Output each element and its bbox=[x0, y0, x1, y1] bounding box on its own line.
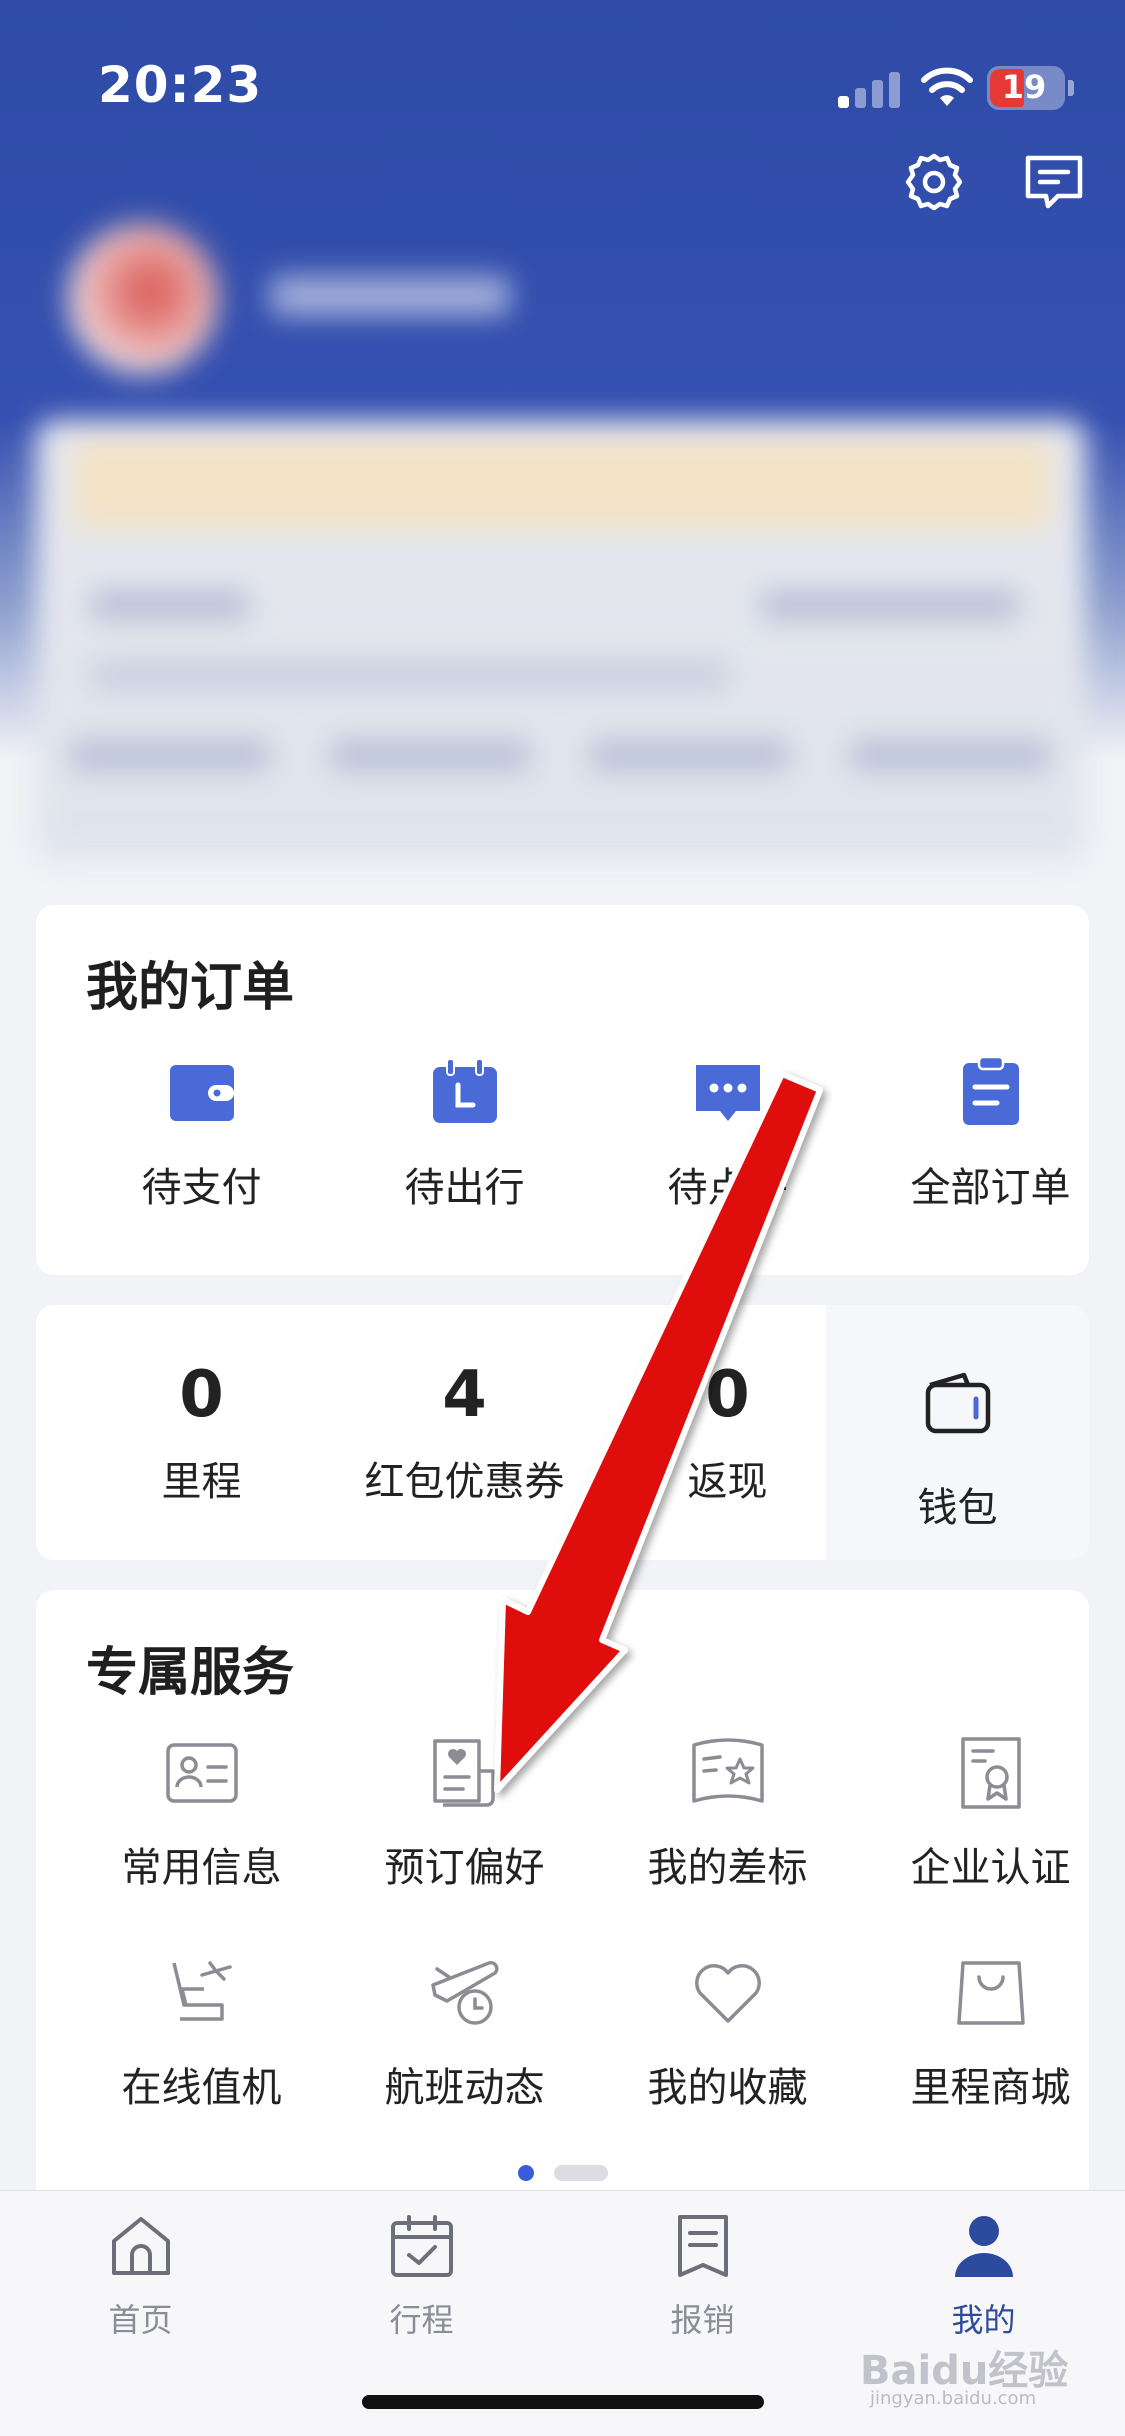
user-icon bbox=[955, 2216, 1013, 2277]
standard-book-icon bbox=[692, 1738, 764, 1803]
page-dot-active bbox=[518, 2165, 534, 2181]
order-pending-review[interactable]: 待点评 bbox=[596, 1055, 859, 1225]
service-enterprise-cert[interactable]: 企业认证 bbox=[859, 1735, 1122, 1905]
tab-itinerary-label: 行程 bbox=[389, 2301, 454, 2339]
stat-coupons-label: 红包优惠券 bbox=[364, 1459, 565, 1505]
comment-icon bbox=[696, 1065, 760, 1121]
stat-cashback[interactable]: 0 返现 bbox=[596, 1355, 859, 1507]
calendar-check-icon bbox=[391, 2215, 453, 2277]
service-online-checkin[interactable]: 在线值机 bbox=[70, 1955, 333, 2125]
wallet-card-icon bbox=[170, 1065, 234, 1121]
assets-card: 0 里程 4 红包优惠券 0 返现 钱包 bbox=[36, 1305, 1089, 1560]
order-pending-review-label: 待点评 bbox=[667, 1165, 788, 1211]
service-travel-standard[interactable]: 我的差标 bbox=[596, 1735, 859, 1905]
service-frequent-info[interactable]: 常用信息 bbox=[70, 1735, 333, 1905]
blurred-username bbox=[270, 276, 510, 316]
watermark-url: jingyan.baidu.com bbox=[870, 2388, 1037, 2409]
orders-card: 我的订单 待支付 待出行 待点评 全部订单 bbox=[36, 905, 1089, 1275]
service-enterprise-cert-label: 企业认证 bbox=[910, 1845, 1071, 1891]
stat-cashback-label: 返现 bbox=[687, 1459, 768, 1505]
service-flight-status[interactable]: 航班动态 bbox=[333, 1955, 596, 2125]
order-all-label: 全部订单 bbox=[910, 1165, 1071, 1211]
blurred-banner bbox=[72, 440, 1052, 530]
blurred-profile-area bbox=[0, 210, 1125, 870]
tab-mine-label: 我的 bbox=[951, 2301, 1016, 2339]
tab-expense[interactable]: 报销 bbox=[562, 2213, 843, 2353]
signal-icon bbox=[838, 72, 902, 108]
flight-status-icon bbox=[431, 1960, 499, 2025]
home-icon bbox=[112, 2217, 170, 2275]
clipboard-icon bbox=[963, 1055, 1019, 1125]
page-dot bbox=[554, 2165, 608, 2181]
service-travel-standard-label: 我的差标 bbox=[647, 1845, 808, 1891]
stat-cashback-value: 0 bbox=[705, 1358, 750, 1432]
id-card-icon bbox=[166, 1743, 238, 1803]
home-indicator[interactable] bbox=[362, 2395, 764, 2409]
preference-doc-icon bbox=[433, 1739, 495, 1807]
service-frequent-info-label: 常用信息 bbox=[121, 1845, 282, 1891]
battery-icon: 19 bbox=[987, 66, 1065, 110]
calendar-icon bbox=[433, 1058, 497, 1123]
gear-icon[interactable] bbox=[902, 150, 966, 214]
service-online-checkin-label: 在线值机 bbox=[121, 2065, 282, 2111]
wifi-icon bbox=[921, 67, 973, 106]
tab-home[interactable]: 首页 bbox=[0, 2213, 281, 2353]
status-time: 20:23 bbox=[98, 56, 263, 114]
wallet-button[interactable]: 钱包 bbox=[826, 1365, 1089, 1535]
stat-miles-value: 0 bbox=[179, 1358, 224, 1432]
stat-miles[interactable]: 0 里程 bbox=[70, 1355, 333, 1507]
order-pending-payment[interactable]: 待支付 bbox=[70, 1055, 333, 1225]
wallet-label: 钱包 bbox=[917, 1485, 998, 1531]
order-upcoming-trip[interactable]: 待出行 bbox=[333, 1055, 596, 1225]
stat-coupons-value: 4 bbox=[442, 1358, 487, 1432]
tab-expense-label: 报销 bbox=[670, 2301, 735, 2339]
services-title: 专属服务 bbox=[86, 1643, 295, 1703]
order-upcoming-trip-label: 待出行 bbox=[404, 1165, 525, 1211]
seat-checkin-icon bbox=[172, 1961, 232, 2021]
chat-icon[interactable] bbox=[1022, 150, 1086, 214]
service-booking-preference[interactable]: 预订偏好 bbox=[333, 1735, 596, 1905]
service-favorites-label: 我的收藏 bbox=[647, 2065, 808, 2111]
page-indicator bbox=[518, 2163, 608, 2183]
order-all[interactable]: 全部订单 bbox=[859, 1055, 1122, 1225]
service-favorites[interactable]: 我的收藏 bbox=[596, 1955, 859, 2125]
order-pending-payment-label: 待支付 bbox=[141, 1165, 262, 1211]
tab-home-label: 首页 bbox=[108, 2301, 173, 2339]
stat-miles-label: 里程 bbox=[161, 1459, 242, 1505]
services-card: 专属服务 常用信息 预订偏好 我的差标 企业认证 在线值机 航班动态 我的收藏 … bbox=[36, 1590, 1089, 2210]
orders-title: 我的订单 bbox=[86, 958, 295, 1018]
service-booking-preference-label: 预订偏好 bbox=[384, 1845, 545, 1891]
tab-itinerary[interactable]: 行程 bbox=[281, 2213, 562, 2353]
certificate-icon bbox=[961, 1737, 1021, 1809]
tab-mine[interactable]: 我的 bbox=[843, 2213, 1124, 2353]
receipt-icon bbox=[678, 2215, 728, 2277]
battery-level: 19 bbox=[1001, 68, 1047, 106]
shopping-bag-icon bbox=[957, 1961, 1025, 2025]
heart-icon bbox=[695, 1964, 761, 2023]
service-miles-mall[interactable]: 里程商城 bbox=[859, 1955, 1122, 2125]
wallet-icon bbox=[925, 1372, 991, 1434]
service-flight-status-label: 航班动态 bbox=[384, 2065, 545, 2111]
avatar[interactable] bbox=[68, 224, 218, 374]
status-bar: 20:23 19 bbox=[0, 0, 1125, 140]
stat-coupons[interactable]: 4 红包优惠券 bbox=[333, 1355, 596, 1507]
service-miles-mall-label: 里程商城 bbox=[910, 2065, 1071, 2111]
